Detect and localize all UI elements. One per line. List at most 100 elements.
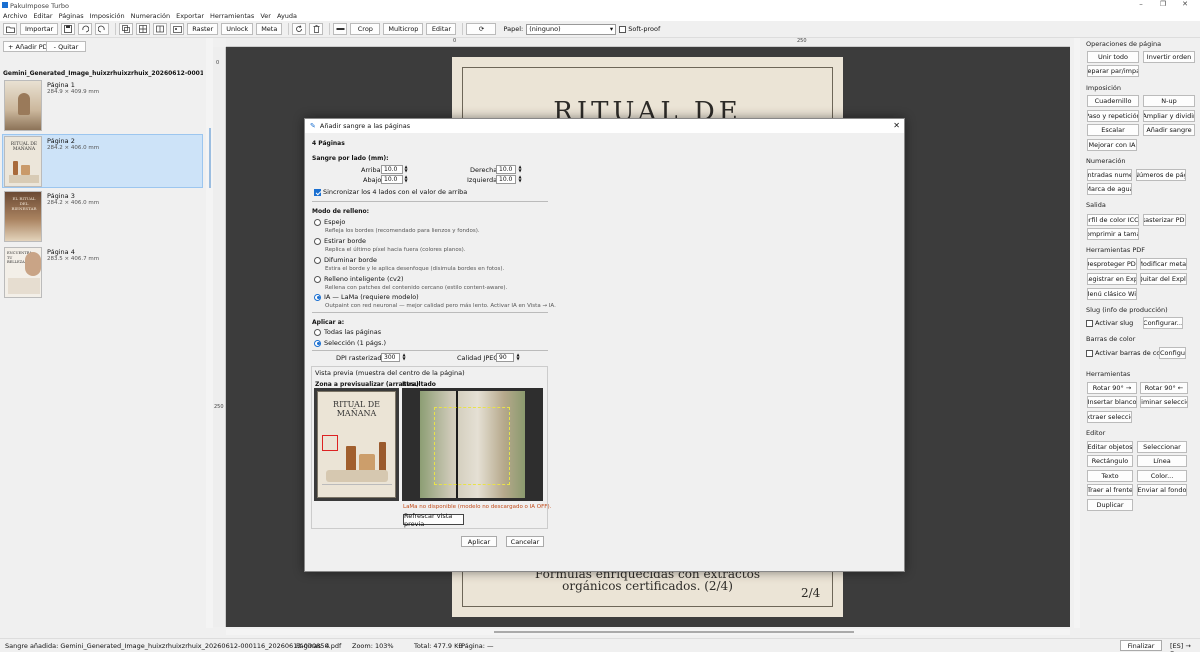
page-thumbnail-2[interactable]: RITUAL DE MAÑANA bbox=[4, 136, 42, 187]
mode-difuminar[interactable]: Difuminar borde bbox=[314, 256, 377, 264]
comprimir-button[interactable]: Comprimir a tamañ bbox=[1087, 228, 1139, 240]
izquierda-input[interactable]: 10.0 bbox=[496, 175, 516, 184]
zone-preview[interactable]: RITUAL DE MAÑANA bbox=[314, 388, 399, 501]
maximize-button[interactable]: ❐ bbox=[1152, 0, 1174, 8]
perfil-color-button[interactable]: Perfil de color ICC... bbox=[1087, 214, 1139, 226]
mode-espejo-radio[interactable] bbox=[314, 218, 321, 226]
paso-button[interactable]: Paso y repetición bbox=[1087, 110, 1139, 122]
menu-clasico-button[interactable]: Menú clásico Win bbox=[1087, 288, 1137, 300]
page-thumbnail-4[interactable]: ENCUENTRA TU BELLEZA bbox=[4, 247, 42, 298]
editar-button[interactable]: Editar bbox=[426, 23, 457, 35]
dpi-spinner[interactable]: ▲ ▼ bbox=[401, 353, 407, 361]
softproof-checkbox[interactable]: Soft-proof bbox=[619, 25, 660, 33]
extraer-seleccion-button[interactable]: Extraer selecciór bbox=[1087, 411, 1132, 423]
sync-box[interactable] bbox=[314, 188, 321, 196]
activar-barras-box[interactable] bbox=[1086, 349, 1093, 357]
sync-checkbox[interactable]: Sincronizar los 4 lados con el valor de … bbox=[314, 188, 467, 196]
papel-select[interactable]: (ninguno) ▾ bbox=[526, 23, 617, 35]
ampliar-button[interactable]: Ampliar y dividir bbox=[1143, 110, 1195, 122]
color-button[interactable]: Color... bbox=[1137, 470, 1187, 482]
mode-espejo[interactable]: Espejo bbox=[314, 218, 345, 226]
softproof-box[interactable] bbox=[619, 25, 627, 33]
page-list-scrollbar[interactable] bbox=[206, 38, 213, 628]
raster-button[interactable]: Raster bbox=[187, 23, 219, 35]
menu-imposicion[interactable]: Imposición bbox=[90, 12, 125, 20]
line-tool-icon[interactable] bbox=[333, 23, 348, 35]
crop-button[interactable]: Crop bbox=[350, 23, 381, 35]
finalizar-button[interactable]: Finalizar bbox=[1120, 640, 1162, 651]
zone-selection-rect[interactable] bbox=[322, 435, 338, 451]
rotar-izquierda-button[interactable]: Rotar 90° ← bbox=[1140, 382, 1188, 394]
menu-archivo[interactable]: Archivo bbox=[3, 12, 27, 20]
cuadernillo-button[interactable]: Cuadernillo bbox=[1087, 95, 1139, 107]
modificar-meta-button[interactable]: Modificar metac bbox=[1140, 258, 1187, 270]
language-toggle[interactable]: [ES] → En bbox=[1170, 642, 1200, 652]
save-icon[interactable] bbox=[61, 23, 76, 35]
linea-button[interactable]: Línea bbox=[1137, 455, 1187, 467]
activar-slug-checkbox[interactable]: Activar slug bbox=[1086, 319, 1133, 327]
dpi-input[interactable]: 300 bbox=[381, 353, 400, 362]
close-window-button[interactable]: ✕ bbox=[1174, 0, 1196, 8]
close-icon[interactable]: ✕ bbox=[893, 121, 900, 130]
minimize-button[interactable]: – bbox=[1130, 0, 1152, 8]
jpeg-spinner[interactable]: ▲ ▼ bbox=[515, 353, 521, 361]
nup-button[interactable]: N-up bbox=[1143, 95, 1195, 107]
menu-exportar[interactable]: Exportar bbox=[176, 12, 204, 20]
configurar-slug-button[interactable]: Configurar... bbox=[1143, 317, 1183, 329]
mode-relleno-radio[interactable] bbox=[314, 275, 321, 283]
remove-pdf-button[interactable]: - Quitar bbox=[46, 41, 86, 52]
mode-lama[interactable]: IA — LaMa (requiere modelo) bbox=[314, 293, 419, 301]
undo-icon[interactable] bbox=[78, 23, 93, 35]
open-folder-icon[interactable] bbox=[3, 23, 17, 35]
importar-button[interactable]: Importar bbox=[20, 23, 59, 35]
separar-button[interactable]: Separar par/impar bbox=[1087, 65, 1139, 77]
menu-ver[interactable]: Ver bbox=[260, 12, 271, 20]
trash-icon[interactable] bbox=[309, 23, 324, 35]
image-icon[interactable] bbox=[170, 23, 185, 35]
arriba-spinner[interactable]: ▲ ▼ bbox=[403, 165, 409, 173]
mejorar-ia-button[interactable]: Mejorar con IA bbox=[1087, 139, 1137, 151]
mode-difuminar-radio[interactable] bbox=[314, 256, 321, 264]
mode-estirar[interactable]: Estirar borde bbox=[314, 237, 366, 245]
seleccionar-button[interactable]: Seleccionar bbox=[1137, 441, 1187, 453]
derecha-input[interactable]: 10.0 bbox=[496, 165, 516, 174]
mode-estirar-radio[interactable] bbox=[314, 237, 321, 245]
unir-todo-button[interactable]: Unir todo bbox=[1087, 51, 1139, 63]
configurar-barras-button[interactable]: Configu bbox=[1159, 347, 1186, 359]
menu-ayuda[interactable]: Ayuda bbox=[277, 12, 297, 20]
derecha-spinner[interactable]: ▲ ▼ bbox=[517, 165, 523, 173]
menu-paginas[interactable]: Páginas bbox=[59, 12, 84, 20]
traer-frente-button[interactable]: Traer al frente bbox=[1087, 484, 1133, 496]
activar-slug-box[interactable] bbox=[1086, 319, 1093, 327]
invertir-orden-button[interactable]: Invertir orden bbox=[1143, 51, 1195, 63]
quitar-expl-button[interactable]: Quitar del Explc bbox=[1140, 273, 1187, 285]
menu-herramientas[interactable]: Herramientas bbox=[210, 12, 254, 20]
desproteger-button[interactable]: Desproteger PDF bbox=[1087, 258, 1137, 270]
cancel-button[interactable]: Cancelar bbox=[506, 536, 544, 547]
abajo-input[interactable]: 10.0 bbox=[381, 175, 403, 184]
apply-all-radio[interactable] bbox=[314, 328, 321, 336]
rasterizar-pdf-button[interactable]: Rasterizar PDF bbox=[1143, 214, 1186, 226]
eliminar-seleccion-button[interactable]: Eliminar selecciór bbox=[1140, 396, 1188, 408]
unlock-button[interactable]: Unlock bbox=[221, 23, 254, 35]
marca-agua-button[interactable]: Marca de agua bbox=[1087, 183, 1132, 195]
refresh-icon[interactable]: ⟳ bbox=[466, 23, 497, 35]
texto-button[interactable]: Texto bbox=[1087, 470, 1133, 482]
escalar-button[interactable]: Escalar bbox=[1087, 124, 1139, 136]
numeros-pag-button[interactable]: Números de pág bbox=[1136, 169, 1186, 181]
grid-icon[interactable] bbox=[136, 23, 151, 35]
rotar-derecha-button[interactable]: Rotar 90° → bbox=[1087, 382, 1137, 394]
duplicate-icon[interactable] bbox=[119, 23, 134, 35]
insertar-blanco-button[interactable]: Insertar blanco bbox=[1087, 396, 1137, 408]
refresh-preview-button[interactable]: Refrescar vista previa bbox=[403, 512, 464, 528]
page-thumbnail-3[interactable]: EL RITUAL DEL BIENESTAR bbox=[4, 191, 42, 242]
apply-button[interactable]: Aplicar bbox=[461, 536, 497, 547]
apply-all-option[interactable]: Todas las páginas bbox=[314, 328, 381, 336]
anadir-sangre-button[interactable]: Añadir sangre bbox=[1143, 124, 1195, 136]
enviar-fondo-button[interactable]: Enviar al fondo bbox=[1137, 484, 1187, 496]
activar-barras-checkbox[interactable]: Activar barras de color bbox=[1086, 349, 1169, 357]
editar-objetos-button[interactable]: Editar objetos bbox=[1087, 441, 1133, 453]
hscroll-thumb[interactable] bbox=[494, 631, 854, 633]
entradas-button[interactable]: Entradas numer bbox=[1087, 169, 1132, 181]
jpeg-input[interactable]: 90 bbox=[496, 353, 514, 362]
